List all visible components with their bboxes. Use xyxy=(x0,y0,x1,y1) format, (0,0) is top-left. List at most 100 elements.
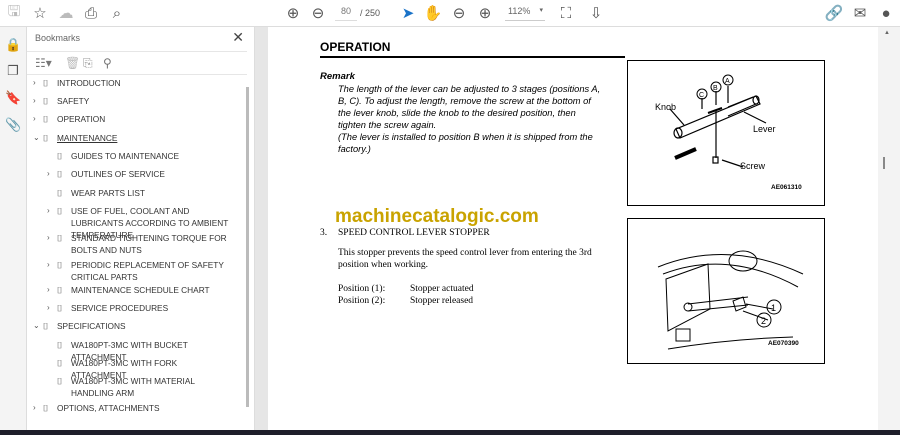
bookmark-item[interactable]: › ⌷ STANDARD TIGHTENING TORQUE FOR BOLTS A… xyxy=(47,232,232,256)
label-lever: Lever xyxy=(753,124,776,134)
scrollbar[interactable] xyxy=(246,87,249,407)
position-1: Position (1): Stopper actuated xyxy=(338,283,474,295)
page-scrollbar[interactable]: ▲ xyxy=(878,27,900,430)
chevron-icon[interactable]: › xyxy=(33,113,43,125)
chevron-icon[interactable]: › xyxy=(33,402,43,414)
bookmark-icon: ⌷ xyxy=(43,96,49,106)
search-icon[interactable]: ⌕ xyxy=(107,4,127,22)
print-icon[interactable]: ⎙ xyxy=(81,4,101,22)
scroll-thumb[interactable] xyxy=(883,157,885,169)
hand-tool-icon[interactable]: ✋ xyxy=(423,4,443,22)
bookmark-icon: ⌷ xyxy=(43,133,49,143)
account-icon[interactable]: ● xyxy=(876,4,896,22)
panel-title: Bookmarks xyxy=(35,33,81,43)
caret-down-icon: ▾ xyxy=(539,7,543,14)
close-icon[interactable]: ✕ xyxy=(232,29,244,46)
bookmark-label: INTRODUCTION xyxy=(57,78,121,88)
document-page: OPERATION Remark The length of the lever… xyxy=(268,27,878,430)
bookmark-label: GUIDES TO MAINTENANCE xyxy=(71,151,180,161)
bookmark-label: SAFETY xyxy=(57,96,90,106)
attachment-icon[interactable]: 📎 xyxy=(5,117,21,133)
cloud-upload-icon[interactable]: ☁ xyxy=(56,4,76,22)
zoom-out-icon[interactable]: ⊖ xyxy=(449,4,469,22)
options-icon[interactable]: ☷▾ xyxy=(35,56,52,70)
position-label: Position (1): xyxy=(338,284,386,294)
scroll-up-icon[interactable]: ▲ xyxy=(884,30,890,36)
chevron-icon[interactable]: › xyxy=(47,168,57,180)
chevron-icon[interactable]: › xyxy=(33,95,43,107)
bookmark-label: WEAR PARTS LIST xyxy=(71,188,145,198)
bookmark-label: SERVICE PROCEDURES xyxy=(71,303,169,313)
lever-drawing: Knob Lever Screw A B C AE061310 xyxy=(655,74,802,191)
bookmark-item[interactable]: ⌷ GUIDES TO MAINTENANCE xyxy=(47,150,232,162)
add-bookmark-icon[interactable]: ⎘ xyxy=(83,56,93,71)
chevron-icon[interactable]: › xyxy=(47,284,57,296)
remark-title: Remark xyxy=(320,71,355,82)
bookmark-item[interactable]: › ⌷ OPERATION xyxy=(33,113,232,125)
bookmark-icon[interactable]: 🔖 xyxy=(5,90,21,106)
bookmark-icon: ⌷ xyxy=(57,260,63,270)
delete-icon[interactable]: 🗑 xyxy=(65,56,80,70)
bookmark-item[interactable]: › ⌷ INTRODUCTION xyxy=(33,77,232,89)
chevron-icon[interactable]: › xyxy=(33,77,43,89)
position-label: Position (2): xyxy=(338,296,386,306)
zoom-select[interactable]: 112% ▾ xyxy=(505,6,545,21)
bookmark-label: PERIODIC REPLACEMENT OF SAFETY CRITICAL … xyxy=(71,260,224,282)
chevron-icon[interactable]: ⌄ xyxy=(33,132,43,144)
page-total: / 250 xyxy=(360,8,381,18)
section-line: position when working. xyxy=(338,260,428,270)
bookmark-label: SPECIFICATIONS xyxy=(57,321,126,331)
lock-icon[interactable]: 🔒 xyxy=(5,37,21,53)
bookmark-item[interactable]: › ⌷ OPTIONS, ATTACHMENTS xyxy=(33,402,232,414)
bookmark-icon: ⌷ xyxy=(57,151,63,161)
chevron-icon[interactable]: › xyxy=(47,259,57,283)
bookmark-label: STANDARD TIGHTENING TORQUE FOR BOLTS AND… xyxy=(71,233,227,255)
remark-line: tighten the screw again. xyxy=(338,120,437,130)
prev-page-icon[interactable]: ⊕ xyxy=(283,4,303,22)
taskbar xyxy=(0,430,900,435)
bookmark-label: MAINTENANCE xyxy=(57,133,118,143)
remark-line: B, C). To adjust the length, remove the … xyxy=(338,96,591,106)
watermark: machinecatalogic.com xyxy=(335,206,539,227)
chevron-icon[interactable]: ⌄ xyxy=(33,320,43,332)
chevron-icon[interactable]: › xyxy=(47,302,57,314)
bookmark-item[interactable]: ⌷ WEAR PARTS LIST xyxy=(47,187,232,199)
remark-line: (The lever is installed to position B wh… xyxy=(338,132,593,142)
zoom-in-icon[interactable]: ⊕ xyxy=(475,4,495,22)
bookmark-item[interactable]: › ⌷ SAFETY xyxy=(33,95,232,107)
bookmark-icon: ⌷ xyxy=(43,403,49,413)
bookmark-icon: ⌷ xyxy=(43,321,49,331)
bookmark-icon: ⌷ xyxy=(57,233,63,243)
bookmark-icon: ⌷ xyxy=(57,169,63,179)
figure-lever: Knob Lever Screw A B C AE061310 xyxy=(627,60,825,206)
share-link-icon[interactable]: 🔗 xyxy=(824,4,844,22)
bookmark-search-icon[interactable]: ⚲ xyxy=(103,56,112,70)
pages-icon[interactable]: ❐ xyxy=(5,63,21,79)
section-title: SPEED CONTROL LEVER STOPPER xyxy=(338,228,490,238)
gutter: ◀ xyxy=(255,27,518,430)
next-page-icon[interactable]: ⊖ xyxy=(308,4,328,22)
bookmark-item[interactable]: › ⌷ PERIODIC REPLACEMENT OF SAFETY CRITICA… xyxy=(47,259,232,283)
bookmark-icon: ⌷ xyxy=(57,376,63,386)
email-icon[interactable]: ✉ xyxy=(850,4,870,22)
bookmark-item[interactable]: ⌄ ⌷ MAINTENANCE xyxy=(33,132,232,144)
page-number-input[interactable]: 80 xyxy=(335,6,357,21)
remark-line: The length of the lever can be adjusted … xyxy=(338,84,601,94)
toolbar: 🖫 ☆ ☁ ⎙ ⌕ ⊕ ⊖ 80 / 250 ➤ ✋ ⊖ ⊕ 112% ▾ ⛶ ⇩… xyxy=(0,0,900,27)
scroll-mode-icon[interactable]: ⇩ xyxy=(586,4,606,22)
chevron-icon[interactable]: › xyxy=(47,232,57,256)
label-knob: Knob xyxy=(655,102,676,112)
bookmark-item[interactable]: › ⌷ MAINTENANCE SCHEDULE CHART xyxy=(47,284,232,296)
bookmark-item[interactable]: ⌷ WA180PT-3MC WITH MATERIAL HANDLING ARM xyxy=(47,375,232,399)
star-icon[interactable]: ☆ xyxy=(30,4,50,22)
bookmark-item[interactable]: › ⌷ SERVICE PROCEDURES xyxy=(47,302,232,314)
heading-rule xyxy=(320,56,625,58)
bookmark-item[interactable]: › ⌷ OUTLINES OF SERVICE xyxy=(47,168,232,180)
remark-text: The length of the lever can be adjusted … xyxy=(338,83,622,155)
bookmark-item[interactable]: ⌄ ⌷ SPECIFICATIONS xyxy=(33,320,232,332)
save-icon[interactable]: 🖫 xyxy=(4,3,24,22)
select-tool-icon[interactable]: ➤ xyxy=(398,4,418,22)
fit-page-icon[interactable]: ⛶ xyxy=(556,4,576,22)
